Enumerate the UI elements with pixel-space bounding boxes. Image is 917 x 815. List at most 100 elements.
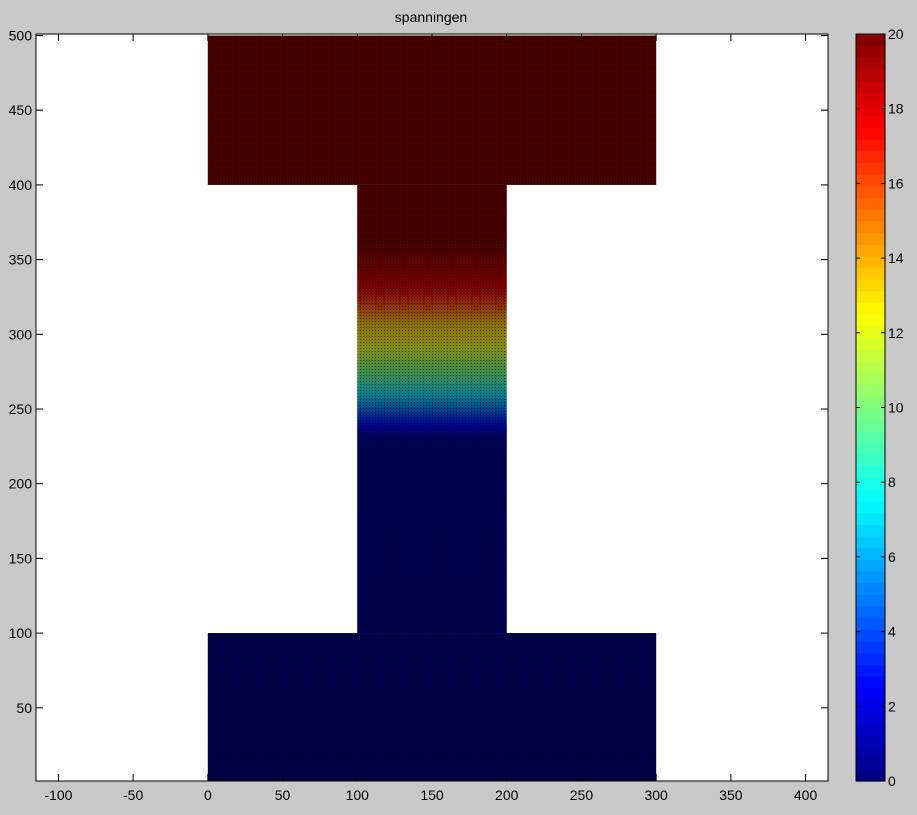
colorbar-band: [856, 290, 885, 304]
colorbar-band: [856, 664, 885, 677]
colorbar-band: [856, 652, 885, 665]
colorbar-band: [856, 244, 885, 257]
colorbar-band: [856, 150, 885, 163]
colorbar-band: [856, 349, 885, 362]
colorbar-band: [856, 57, 885, 70]
colorbar-tick-label: 14: [888, 250, 904, 266]
colorbar-band: [856, 232, 885, 245]
colorbar-band: [856, 45, 885, 58]
plot-canvas: spanningen -100 -50 0 50 100 150 200 250 300 350 4…: [9, 9, 904, 803]
x-tick-label: 0: [204, 787, 212, 803]
colorbar-band: [856, 710, 885, 724]
colorbar-band: [856, 185, 885, 199]
colorbar-band: [856, 419, 885, 432]
colorbar-band: [856, 302, 885, 315]
colorbar-band: [856, 722, 885, 735]
colorbar-band: [856, 559, 885, 572]
colorbar-band: [856, 524, 885, 537]
colorbar-band: [856, 139, 885, 152]
colorbar-tick-label: 10: [888, 400, 904, 416]
colorbar-band: [856, 465, 885, 479]
x-tick-label: -100: [44, 787, 72, 803]
colorbar-band: [856, 267, 885, 280]
colorbar-band: [856, 582, 885, 595]
colorbar-band: [856, 675, 885, 689]
colorbar-band: [856, 442, 885, 455]
colorbar-band: [856, 360, 885, 374]
colorbar-tick-label: 18: [888, 101, 904, 117]
x-tick-label: 250: [570, 787, 594, 803]
y-tick-label: 200: [9, 476, 33, 492]
colorbar-band: [856, 279, 885, 292]
x-tick-label: -50: [123, 787, 143, 803]
colorbar-band: [856, 34, 885, 47]
colorbar-band: [856, 395, 885, 409]
x-tick-label: 100: [346, 787, 370, 803]
colorbar-band: [856, 640, 885, 654]
y-tick-label: 50: [16, 700, 32, 716]
colorbar-band: [856, 92, 885, 105]
colorbar-band: [856, 384, 885, 397]
x-tick-label: 50: [275, 787, 291, 803]
region-mesh-top-flange: [207, 35, 657, 185]
colorbar-band: [856, 314, 885, 327]
colorbar-band: [856, 454, 885, 467]
x-tick-label: 300: [644, 787, 668, 803]
colorbar-band: [856, 477, 885, 490]
y-tick-label: 400: [9, 177, 33, 193]
colorbar-tick-label: 2: [888, 698, 896, 714]
colorbar-band: [856, 512, 885, 525]
colorbar-tick-label: 20: [888, 26, 904, 42]
colorbar-tick-label: 6: [888, 549, 896, 565]
colorbar-band: [856, 325, 885, 339]
region-mesh-bottom-flange: [207, 633, 657, 781]
colorbar-band: [856, 337, 885, 350]
colorbar-band: [856, 220, 885, 234]
colorbar-tick-label: 4: [888, 624, 896, 640]
colorbar-band: [856, 162, 885, 175]
y-tick-label: 300: [9, 326, 33, 342]
colorbar-tick-label: 12: [888, 325, 904, 341]
colorbar-band: [856, 197, 885, 210]
colorbar-band: [856, 617, 885, 630]
main-axes: -100 -50 0 50 100 150 200 250 300 350 400 50 100 150…: [9, 27, 829, 803]
colorbar-band: [856, 372, 885, 385]
colorbar-band: [856, 500, 885, 514]
colorbar-band: [856, 594, 885, 607]
y-tick-label: 100: [9, 625, 33, 641]
colorbar-band: [856, 104, 885, 117]
colorbar-band: [856, 699, 885, 712]
colorbar-tick-label: 16: [888, 175, 904, 191]
y-tick-label: 150: [9, 550, 33, 566]
x-tick-label: 150: [420, 787, 444, 803]
colorbar-band: [856, 745, 885, 759]
colorbar-tick-label: 0: [888, 773, 896, 789]
colorbar-band: [856, 547, 885, 560]
colorbar-band: [856, 80, 885, 93]
colorbar-band: [856, 115, 885, 128]
region-mesh-web: [357, 184, 507, 634]
colorbar-band: [856, 734, 885, 747]
colorbar-band: [856, 69, 885, 82]
y-tick-label: 250: [9, 401, 33, 417]
colorbar-band: [856, 757, 885, 770]
colorbar-band: [856, 489, 885, 502]
x-tick-label: 400: [794, 787, 818, 803]
colorbar-band: [856, 570, 885, 584]
colorbar-band: [856, 605, 885, 619]
y-tick-label: 500: [9, 27, 33, 43]
colorbar-band: [856, 407, 885, 420]
colorbar-band: [856, 127, 885, 140]
colorbar-band: [856, 535, 885, 549]
figure-window: spanningen -100 -50 0 50 100 150 200 250 300 350 4…: [0, 0, 917, 815]
colorbar-band: [856, 430, 885, 444]
colorbar-tick-label: 8: [888, 474, 896, 490]
colorbar-band: [856, 255, 885, 269]
x-tick-label: 200: [495, 787, 519, 803]
colorbar-band: [856, 769, 885, 782]
colorbar-band: [856, 629, 885, 642]
colorbar: 0 2 4 6 8 10 12 14 16 18 20: [855, 26, 904, 789]
y-tick-label: 350: [9, 252, 33, 268]
colorbar-band: [856, 209, 885, 222]
x-tick-label: 350: [719, 787, 743, 803]
